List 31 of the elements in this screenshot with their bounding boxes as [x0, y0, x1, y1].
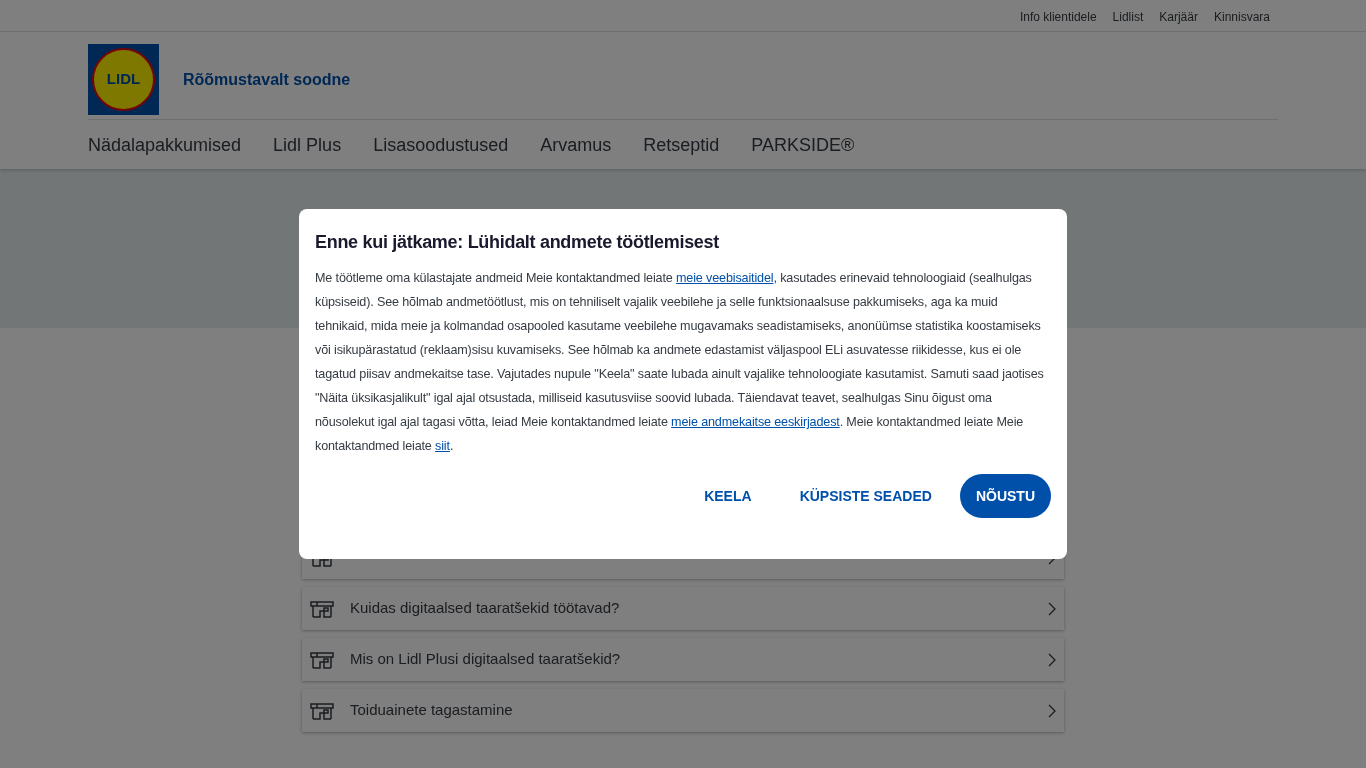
top-link[interactable]: Lidlist [1112, 8, 1144, 26]
dialog-text: Me töötleme oma külastajate andmeid Meie kontaktandmed leiate meie veebisaitidel, kasutades erinevaid tehnoloogiaid (sealhulgas küpsiseid). See hõlmab andmetöötlust, mis on tehniliselt vajalik veebilehe ja selle funktsionaalsuse pakkumiseks, aga ka muid tehnikaid, mida meie ja kolmandad osapooled kasutame veebilehe mugavamaks seadistamiseks, anonüümse statistika koostamiseks või isikupärastatud (reklaam)sisu kuvamiseks. See hõlmab ka andmete edastamist väljaspool ELi asuvatesse riikidesse, kus ei ole tagatud piisav andmekaitse tase. Vajutades nupule "Keela" saate lubada ainult vajalike tehnoloogiate kasutamist. Samuti saad jaotises "Näita üksikasjalikult" igal ajal otsustada, milliseid kasutusviise soovid lubada. Täiendavat teavet, sealhulgas Sinu õigust oma nõusolekut igal ajal tagasi võtta, leiad Meie kontaktandmed leiate meie andmekaitse eeskirjadest. Meie kontaktandmed leiate Meie kontaktandmed leiate siit. [315, 270, 1045, 455]
nav-link[interactable]: PARKSIDE® [751, 120, 855, 171]
counter-icon [310, 599, 334, 618]
faq-item[interactable]: Mis on Lidl Plusi digitaalsed taaratšekid? [302, 638, 1064, 681]
slogan: Rõõmustavalt soodne [183, 69, 351, 90]
text-link[interactable]: siit [435, 439, 450, 453]
text-button[interactable]: KEELA [684, 475, 772, 517]
top-link[interactable]: Info klientidele [1019, 8, 1097, 26]
nav-link[interactable]: Nädalapakkumised [88, 120, 242, 171]
nav-link[interactable]: Lidl Plus [273, 120, 342, 171]
faq-question: Mis on Lidl Plusi digitaalsed taaratšekid? [350, 649, 622, 670]
text-button[interactable]: KÜPSISTE SEADED [779, 475, 952, 517]
nav-link[interactable]: Lisasoodustused [373, 120, 509, 171]
faq-question: Kuidas digitaalsed taaratšekid töötavad? [350, 598, 621, 619]
top-link[interactable]: Karjäär [1159, 8, 1198, 26]
counter-icon [310, 650, 334, 669]
chevron-right-icon [1048, 703, 1056, 718]
nav-link[interactable]: Arvamus [540, 120, 612, 171]
text-link[interactable]: meie andmekaitse eeskirjadest [671, 415, 840, 429]
accept-button[interactable]: NÕUSTU [959, 474, 1051, 518]
faq-question: Toiduainete tagastamine [350, 700, 514, 721]
logo[interactable]: LIDL [88, 44, 159, 115]
dialog-title: Enne kui jätkame: Lühidalt andmete töötlemisest [315, 231, 720, 254]
faq-item[interactable]: Kuidas digitaalsed taaratšekid töötavad? [302, 587, 1064, 630]
nav-link[interactable]: Retseptid [643, 120, 720, 171]
chevron-right-icon [1048, 652, 1056, 667]
counter-icon [310, 701, 334, 720]
top-link[interactable]: Kinnisvara [1213, 8, 1270, 26]
faq-item[interactable]: Toiduainete tagastamine [302, 689, 1064, 732]
chevron-right-icon [1048, 601, 1056, 616]
